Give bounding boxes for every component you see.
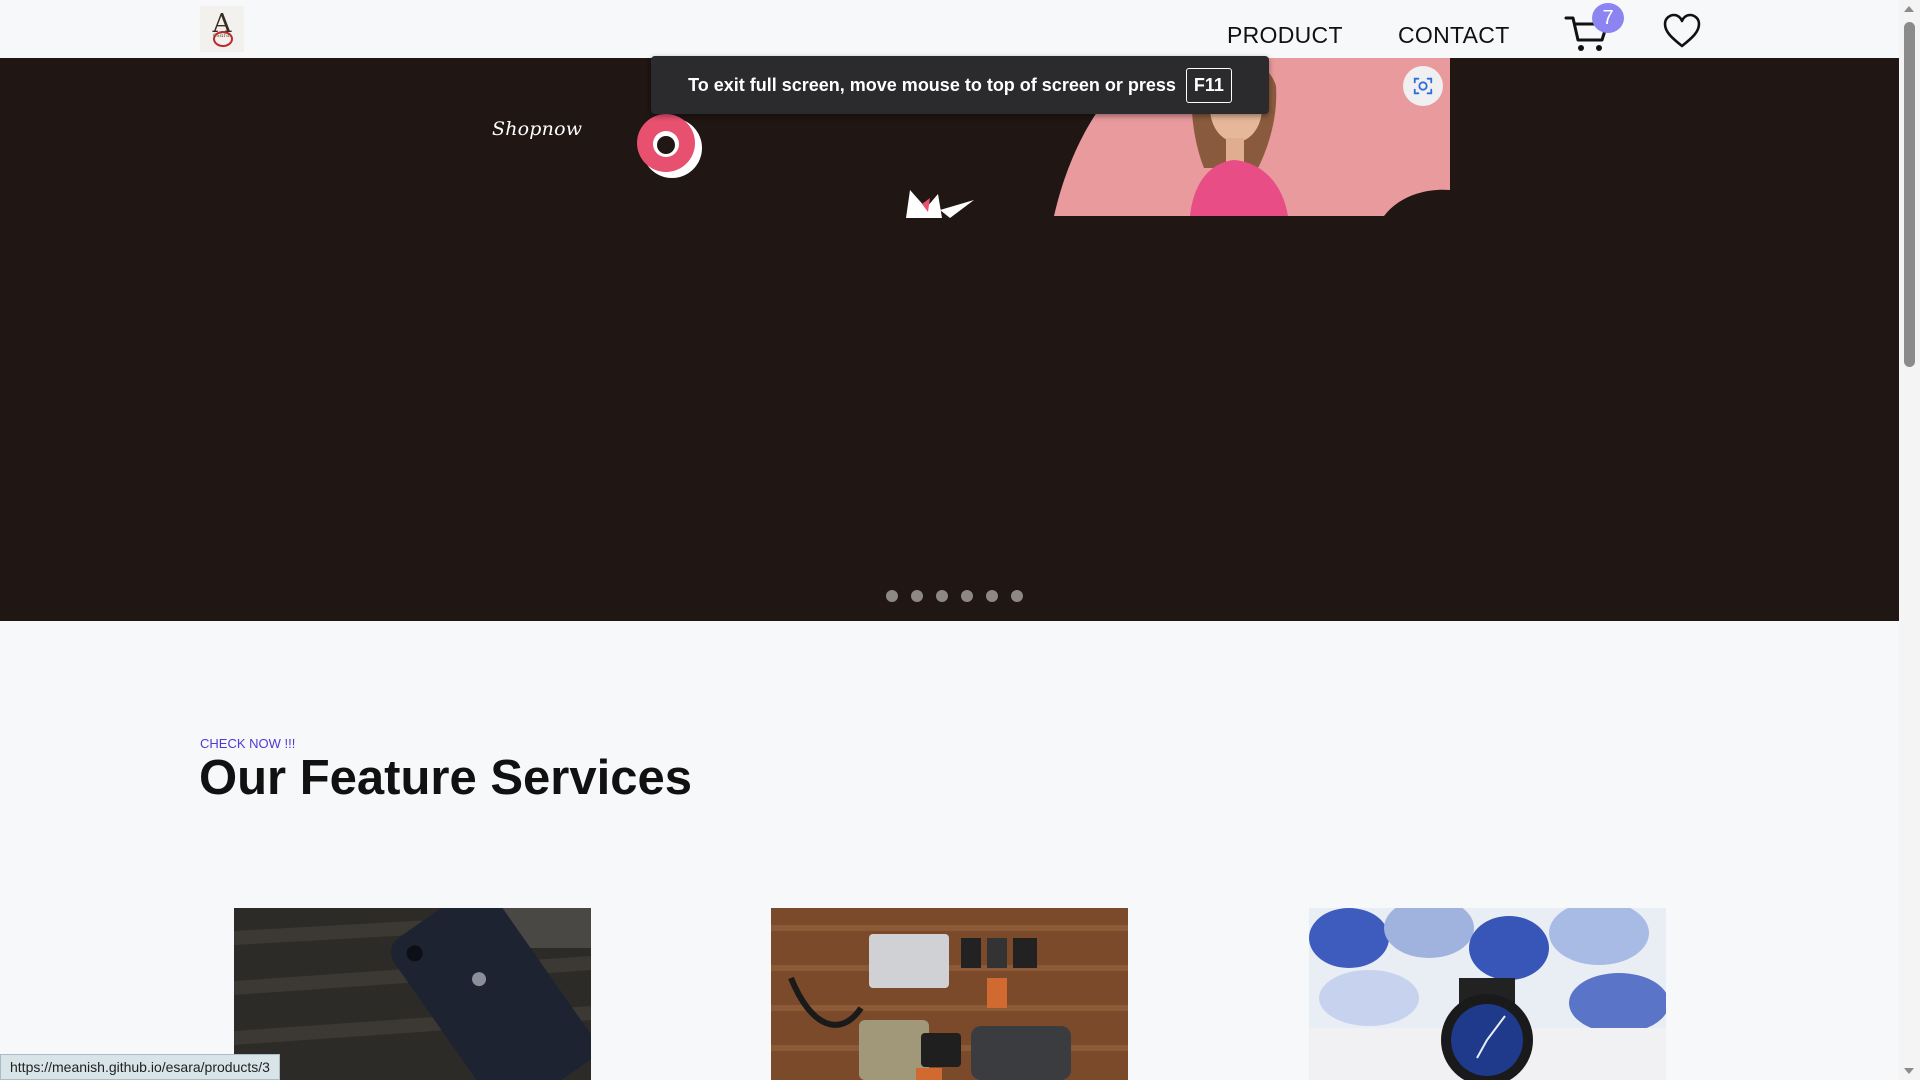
feature-card-camera-gear[interactable] (771, 908, 1128, 1080)
heart-icon[interactable] (1662, 12, 1702, 50)
link-status-bar: https://meanish.github.io/esara/products… (0, 1054, 280, 1080)
svg-text:esara: esara (213, 32, 230, 39)
phone-photo (234, 908, 591, 1080)
carousel-dot[interactable] (936, 590, 948, 602)
nav-contact-link[interactable]: CONTACT (1398, 22, 1510, 49)
pink-ring-graphic (634, 112, 704, 182)
scroll-down-arrow-icon[interactable] (1904, 1068, 1914, 1074)
section-title: Our Feature Services (199, 751, 692, 805)
carousel-dot[interactable] (1011, 590, 1023, 602)
smartwatch-photo (1309, 908, 1666, 1080)
fullscreen-exit-notice: To exit full screen, move mouse to top o… (651, 56, 1269, 114)
hero-brand-text: Shopnow (492, 118, 583, 140)
page-scrollbar[interactable] (1899, 0, 1920, 1080)
esara-logo[interactable]: A esara (200, 6, 244, 52)
screen-capture-icon[interactable] (1403, 66, 1443, 106)
fullscreen-notice-text: To exit full screen, move mouse to top o… (688, 74, 1176, 95)
carousel-indicators (886, 590, 1023, 602)
carousel-dot[interactable] (911, 590, 923, 602)
camera-bag-flatlay-photo (771, 908, 1128, 1080)
hero-carousel: Shopnow (0, 58, 1899, 621)
scroll-up-arrow-icon[interactable] (1904, 6, 1914, 12)
nav-product-link[interactable]: PRODUCT (1227, 22, 1343, 49)
section-eyebrow: CHECK NOW !!! (200, 736, 296, 751)
m-logo-graphic (904, 186, 976, 218)
feature-card-smartwatch[interactable] (1309, 908, 1666, 1080)
f11-key: F11 (1185, 67, 1232, 103)
carousel-dot[interactable] (886, 590, 898, 602)
carousel-dot[interactable] (986, 590, 998, 602)
navbar: A esara PRODUCT CONTACT 7 (0, 0, 1899, 58)
carousel-dot[interactable] (961, 590, 973, 602)
scrollbar-thumb[interactable] (1904, 22, 1915, 367)
cart-count-badge: 7 (1592, 3, 1624, 33)
feature-card-phone[interactable] (234, 908, 591, 1080)
